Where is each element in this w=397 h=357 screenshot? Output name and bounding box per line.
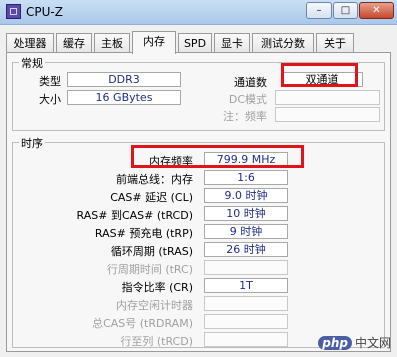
ras-precharge-value: 9 时钟	[204, 224, 288, 239]
row-cycle-time-value	[204, 260, 288, 275]
ras-precharge-label: RAS# 预充电 (tRP)	[94, 227, 193, 240]
timings-group-title: 时序	[19, 135, 45, 151]
tab-bar: 处理器 缓存 主板 内存 SPD 显卡 测试分数 关于	[6, 31, 391, 54]
minimize-button[interactable]: –	[306, 2, 332, 19]
command-rate-label: 指令比率 (CR)	[121, 281, 193, 294]
fsb-dram-value: 1:6	[204, 170, 288, 185]
dram-idle-timer-label: 内存空闲计时器	[116, 299, 193, 312]
close-button[interactable]: ✕	[359, 2, 394, 19]
tab-about[interactable]: 关于	[316, 33, 354, 53]
tab-memory[interactable]: 内存	[132, 31, 176, 54]
note-frequency-value	[275, 107, 380, 122]
ras-to-cas-value: 10 时钟	[204, 206, 288, 221]
fsb-dram-label: 前端总线：内存	[116, 173, 193, 186]
cycle-time-value: 26 时钟	[204, 242, 288, 257]
type-label: 类型	[39, 75, 61, 88]
tab-processor[interactable]: 处理器	[6, 33, 54, 53]
row-to-column-label: 行至列 (tRCD)	[120, 335, 193, 348]
cycle-time-label: 循环周期 (tRAS)	[110, 245, 193, 258]
size-label: 大小	[39, 93, 61, 106]
dc-mode-label: DC模式	[228, 93, 267, 106]
command-rate-value: 1T	[204, 278, 288, 293]
dram-idle-timer-value	[204, 296, 288, 311]
type-value: DDR3	[67, 72, 181, 87]
total-cas-label: 总CAS号 (tRDRAM)	[92, 317, 193, 330]
channels-highlight-box	[281, 63, 358, 87]
total-cas-value	[204, 314, 288, 329]
row-cycle-time-label: 行周期时间 (tRC)	[106, 263, 193, 276]
dc-mode-value	[275, 90, 380, 105]
php-watermark: php 中文网	[318, 334, 391, 351]
note-frequency-label: 注：频率	[223, 110, 267, 123]
tab-spd[interactable]: SPD	[178, 33, 212, 53]
tab-bench[interactable]: 测试分数	[252, 33, 314, 53]
window-title: CPU-Z	[26, 5, 63, 19]
channels-label: 通道数	[234, 76, 267, 89]
cas-latency-value: 9.0 时钟	[204, 188, 288, 203]
maximize-button[interactable]: □	[333, 2, 358, 19]
timings-group: 时序 内存频率 799.9 MHz 前端总线：内存 1:6 CAS# 延迟 (C…	[12, 135, 385, 348]
row-to-column-value	[204, 332, 288, 347]
tab-mainboard[interactable]: 主板	[94, 33, 130, 53]
general-group-title: 常规	[19, 55, 45, 71]
title-bar: CPU-Z – □ ✕	[0, 0, 397, 25]
memory-panel: 常规 类型 DDR3 大小 16 GBytes 通道数 双通道 DC模式 注：频…	[6, 52, 391, 352]
ras-to-cas-label: RAS# 到CAS# (tRCD)	[76, 209, 193, 222]
php-logo: php	[318, 336, 352, 350]
watermark-text: 中文网	[354, 336, 391, 350]
cpu-z-app-icon	[6, 4, 21, 19]
size-value: 16 GBytes	[67, 90, 181, 105]
cas-latency-label: CAS# 延迟 (CL)	[110, 191, 193, 204]
tab-cache[interactable]: 缓存	[56, 33, 92, 53]
frequency-highlight-box	[131, 145, 304, 168]
tab-graphics[interactable]: 显卡	[214, 33, 250, 53]
